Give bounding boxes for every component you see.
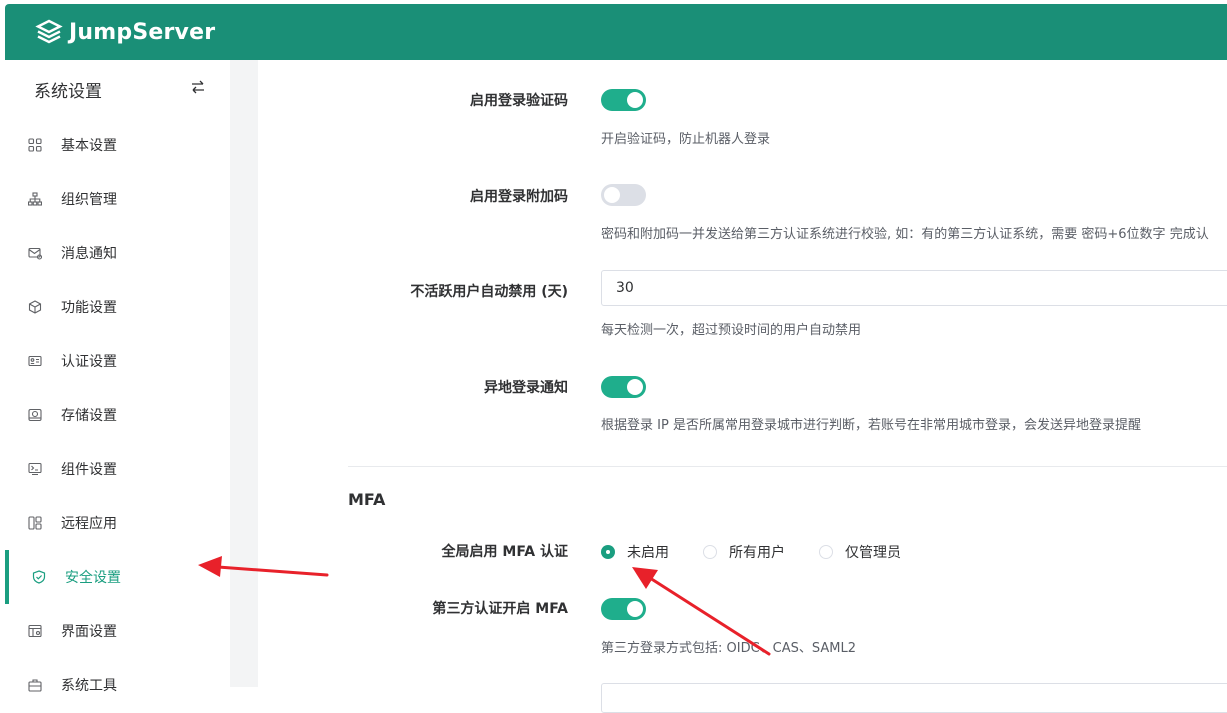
content-gutter bbox=[230, 60, 258, 687]
login-captcha-help: 开启验证码，防止机器人登录 bbox=[601, 132, 771, 147]
sidebar-item-interface[interactable]: 界面设置 bbox=[5, 604, 230, 658]
logo[interactable]: JumpServer bbox=[35, 18, 215, 46]
sidebar-title: 系统设置 bbox=[34, 82, 102, 102]
mfa-option-all-users[interactable]: 所有用户 bbox=[703, 542, 785, 562]
sidebar: 系统设置 基本设置 组织管理 消息通知 功能设置 认证设置 存储设置 组件设置 … bbox=[5, 60, 230, 694]
login-captcha-label: 启用登录验证码 bbox=[470, 93, 568, 109]
login-extra-code-help: 密码和附加码一并发送给第三方认证系统进行校验, 如：有的第三方认证系统，需要 密… bbox=[601, 227, 1209, 242]
mfa-option-disabled[interactable]: 未启用 bbox=[601, 542, 669, 562]
sidebar-item-messages[interactable]: 消息通知 bbox=[5, 226, 230, 280]
sidebar-item-label: 认证设置 bbox=[61, 354, 117, 370]
radio-dot[interactable] bbox=[819, 545, 833, 559]
sidebar-item-tools[interactable]: 系统工具 bbox=[5, 658, 230, 712]
third-party-mfa-label: 第三方认证开启 MFA bbox=[432, 601, 568, 617]
org-tree-icon bbox=[28, 192, 42, 206]
sidebar-item-label: 组件设置 bbox=[61, 462, 117, 478]
sidebar-item-label: 安全设置 bbox=[65, 570, 121, 586]
sidebar-item-label: 基本设置 bbox=[61, 138, 117, 154]
section-divider bbox=[348, 466, 1227, 467]
sidebar-item-org[interactable]: 组织管理 bbox=[5, 172, 230, 226]
shield-icon bbox=[32, 570, 46, 584]
apps-icon bbox=[28, 516, 42, 530]
radio-dot[interactable] bbox=[703, 545, 717, 559]
sidebar-item-basic[interactable]: 基本设置 bbox=[5, 118, 230, 172]
terminal-icon bbox=[28, 462, 42, 476]
window-icon bbox=[28, 624, 42, 638]
sidebar-item-label: 存储设置 bbox=[61, 408, 117, 424]
jumpserver-logo-icon bbox=[35, 19, 63, 44]
sidebar-item-label: 系统工具 bbox=[61, 678, 117, 694]
storage-icon bbox=[28, 408, 42, 422]
toolbox-icon bbox=[28, 679, 42, 692]
app-name: JumpServer bbox=[69, 19, 216, 45]
grid-icon bbox=[28, 138, 42, 152]
cube-icon bbox=[28, 300, 42, 314]
mfa-section-title: MFA bbox=[348, 490, 386, 509]
sidebar-item-auth[interactable]: 认证设置 bbox=[5, 334, 230, 388]
sidebar-item-components[interactable]: 组件设置 bbox=[5, 442, 230, 496]
remote-login-notify-switch[interactable] bbox=[601, 376, 646, 398]
radio-label: 未启用 bbox=[627, 545, 669, 561]
inactive-disable-label: 不活跃用户自动禁用 (天) bbox=[410, 284, 568, 300]
sidebar-item-label: 远程应用 bbox=[61, 516, 117, 532]
remote-login-notify-label: 异地登录通知 bbox=[484, 380, 568, 396]
swap-arrows-icon[interactable] bbox=[191, 78, 205, 96]
sidebar-item-label: 功能设置 bbox=[61, 300, 117, 316]
radio-dot[interactable] bbox=[601, 545, 615, 559]
id-card-icon bbox=[28, 355, 42, 367]
third-party-mfa-switch[interactable] bbox=[601, 598, 646, 620]
mfa-option-admins-only[interactable]: 仅管理员 bbox=[819, 542, 901, 562]
login-captcha-switch[interactable] bbox=[601, 89, 646, 111]
mfa-global-label: 全局启用 MFA 认证 bbox=[441, 544, 568, 560]
security-settings-form: 启用登录验证码 开启验证码，防止机器人登录 启用登录附加码 密码和附加码一并发送… bbox=[258, 60, 1227, 713]
sidebar-item-storage[interactable]: 存储设置 bbox=[5, 388, 230, 442]
sidebar-item-label: 消息通知 bbox=[61, 246, 117, 262]
sidebar-item-remote-apps[interactable]: 远程应用 bbox=[5, 496, 230, 550]
sidebar-item-features[interactable]: 功能设置 bbox=[5, 280, 230, 334]
sidebar-item-label: 组织管理 bbox=[61, 192, 117, 208]
sidebar-item-label: 界面设置 bbox=[61, 624, 117, 640]
mfa-global-radio-group: 未启用 所有用户 仅管理员 bbox=[601, 542, 935, 562]
remote-login-notify-help: 根据登录 IP 是否所属常用登录城市进行判断，若账号在非常用城市登录，会发送异地… bbox=[601, 418, 1141, 433]
login-extra-code-switch[interactable] bbox=[601, 184, 646, 206]
next-field-input[interactable] bbox=[601, 683, 1227, 713]
mail-icon bbox=[28, 247, 42, 260]
login-extra-code-label: 启用登录附加码 bbox=[470, 189, 568, 205]
radio-label: 仅管理员 bbox=[845, 545, 901, 561]
third-party-mfa-help: 第三方登录方式包括: OIDC、CAS、SAML2 bbox=[601, 641, 857, 656]
sidebar-item-security[interactable]: 安全设置 bbox=[5, 550, 230, 604]
inactive-disable-days-input[interactable]: 30 bbox=[601, 270, 1227, 306]
top-navbar: JumpServer bbox=[5, 4, 1227, 60]
inactive-disable-help: 每天检测一次，超过预设时间的用户自动禁用 bbox=[601, 323, 862, 338]
radio-label: 所有用户 bbox=[729, 545, 785, 561]
